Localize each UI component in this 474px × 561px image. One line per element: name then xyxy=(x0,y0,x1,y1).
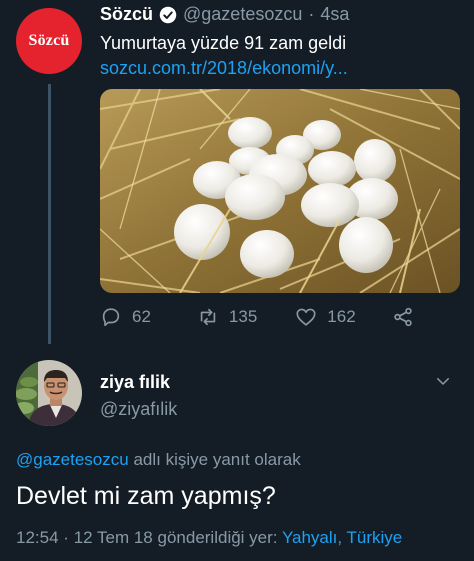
reply-meta: 12:54 · 12 Tem 18 gönderildiği yer: Yahy… xyxy=(16,528,402,548)
verified-badge-icon xyxy=(159,6,177,23)
like-button[interactable]: 162 xyxy=(295,306,356,328)
chevron-down-icon[interactable] xyxy=(434,372,452,390)
location-prefix: gönderildiği yer: xyxy=(157,528,278,547)
tweet-photo-eggs[interactable] xyxy=(100,89,460,293)
reply-text: Devlet mi zam yapmış? xyxy=(16,482,276,510)
tweet-time[interactable]: 4sa xyxy=(320,4,349,25)
share-button[interactable] xyxy=(392,306,424,328)
time-separator: · xyxy=(308,4,315,24)
author-name[interactable]: Sözcü xyxy=(100,4,153,25)
reply-date[interactable]: 12 Tem 18 xyxy=(74,528,153,547)
sozcu-logo-text: Sözcü xyxy=(28,32,70,49)
reply-author-name[interactable]: ziya fılik xyxy=(100,372,177,393)
tweet-link[interactable]: sozcu.com.tr/2018/ekonomi/y... xyxy=(100,58,464,79)
heart-icon xyxy=(296,308,316,326)
like-count: 162 xyxy=(327,307,356,326)
thread-line xyxy=(48,84,51,344)
author-handle[interactable]: @gazetesozcu xyxy=(183,4,302,25)
retweet-icon xyxy=(200,308,216,326)
ziya-avatar[interactable] xyxy=(16,360,82,426)
tweet-header: Sözcü @gazetesozcu · 4sa xyxy=(100,4,464,25)
reply-mention-link[interactable]: @gazetesozcu xyxy=(16,450,129,469)
reply-icon xyxy=(102,308,120,327)
reply-button[interactable]: 62 xyxy=(100,306,151,328)
replying-suffix: adlı kişiye yanıt olarak xyxy=(133,450,301,469)
reply-time[interactable]: 12:54 xyxy=(16,528,59,547)
reply-count: 62 xyxy=(132,307,151,326)
sozcu-avatar[interactable]: Sözcü xyxy=(16,8,82,74)
reply-author-handle[interactable]: @ziyafılik xyxy=(100,399,177,420)
reply-author[interactable]: ziya fılik @ziyafılik xyxy=(100,372,177,420)
original-tweet[interactable]: Sözcü @gazetesozcu · 4sa Yumurtaya yüzde… xyxy=(100,4,464,79)
meta-separator: · xyxy=(63,528,69,547)
tweet-text: Yumurtaya yüzde 91 zam geldi xyxy=(100,33,347,53)
replying-to: @gazetesozcu adlı kişiye yanıt olarak xyxy=(16,450,301,470)
share-icon xyxy=(393,307,412,327)
retweet-count: 135 xyxy=(228,307,258,326)
location-link[interactable]: Yahyalı, Türkiye xyxy=(282,528,402,547)
tweet-actions: 62 135 162 xyxy=(100,306,430,328)
retweet-button[interactable]: 135 xyxy=(197,306,257,328)
